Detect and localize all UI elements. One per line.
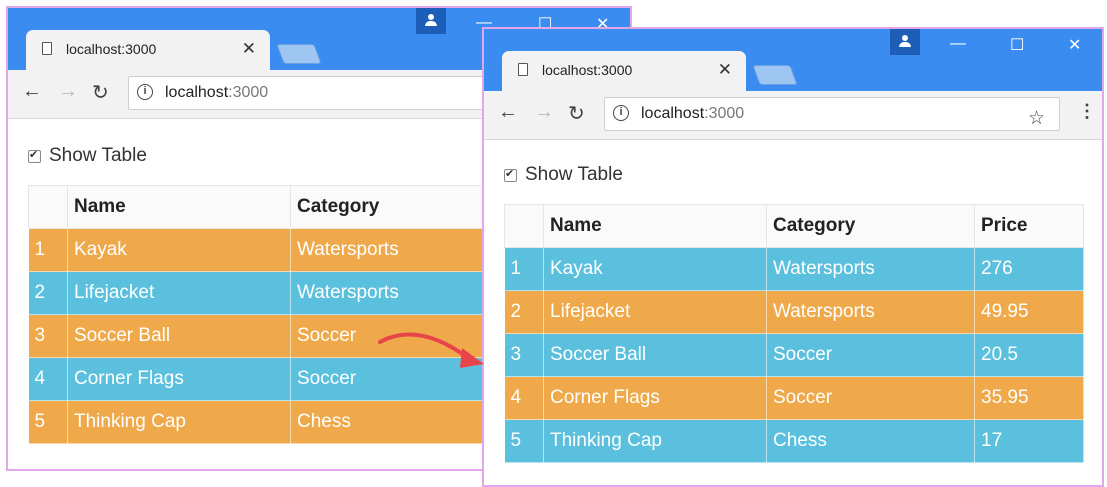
toolbar: ← → ↻ i localhost:3000 ☆ ⋮ [484, 91, 1102, 140]
new-tab-icon[interactable] [752, 65, 798, 85]
tab-title: localhost:3000 [542, 62, 633, 78]
table-cell-name: Thinking Cap [543, 419, 767, 463]
table-row: 1 Kayak Watersports 276 [504, 247, 1084, 291]
close-icon[interactable]: ✕ [718, 60, 732, 80]
table-cell-num: 1 [504, 247, 544, 291]
close-icon[interactable]: ✕ [242, 39, 256, 59]
user-icon[interactable] [416, 8, 446, 34]
info-icon[interactable]: i [613, 105, 629, 121]
table-cell-price: 20.5 [974, 333, 1084, 377]
maximize-icon[interactable]: ☐ [1010, 35, 1024, 55]
table-row: 5 Thinking Cap Chess 17 [504, 419, 1084, 463]
table-cell-name: Soccer Ball [67, 314, 291, 358]
table-cell-num: 5 [28, 400, 68, 444]
menu-kebab-icon[interactable]: ⋮ [1078, 101, 1096, 122]
table-cell-price: 49.95 [974, 290, 1084, 334]
table-header-row: Name Category Price [504, 204, 1084, 248]
table-cell-name: Corner Flags [543, 376, 767, 420]
browser-tab[interactable]: localhost:3000 ✕ [26, 30, 270, 70]
page-icon [42, 42, 52, 55]
table-cell-category: Watersports [766, 290, 975, 334]
product-table: Name Category 1 Kayak Watersports 2 Lifejack… [28, 185, 528, 444]
column-header-name: Name [543, 204, 767, 248]
url-host: localhost [641, 105, 705, 122]
table-cell-num: 4 [28, 357, 68, 401]
table-cell-price: 276 [974, 247, 1084, 291]
title-bar: localhost:3000 ✕ — ☐ ✕ [484, 29, 1102, 91]
table-row: 5 Thinking Cap Chess [28, 400, 528, 444]
back-arrow-icon[interactable]: ← [498, 101, 518, 124]
reload-icon[interactable]: ↻ [568, 101, 585, 126]
column-header-index [28, 185, 68, 229]
table-row: 3 Soccer Ball Soccer 20.5 [504, 333, 1084, 377]
table-cell-category: Watersports [766, 247, 975, 291]
back-arrow-icon[interactable]: ← [22, 80, 42, 103]
show-table-label: Show Table [49, 145, 147, 166]
table-header-row: Name Category [28, 185, 528, 229]
table-cell-price: 17 [974, 419, 1084, 463]
checkbox-icon[interactable] [504, 167, 517, 182]
table-row: 1 Kayak Watersports [28, 228, 528, 272]
table-row: 4 Corner Flags Soccer 35.95 [504, 376, 1084, 420]
table-cell-num: 3 [28, 314, 68, 358]
url-port: :3000 [704, 105, 745, 122]
column-header-price: Price [974, 204, 1084, 248]
table-cell-num: 5 [504, 419, 544, 463]
page-content: Show Table Name Category Price 1KayakWat… [484, 140, 1102, 485]
table-cell-name: Kayak [543, 247, 767, 291]
table-cell-price: 35.95 [974, 376, 1084, 420]
table-cell-num: 2 [504, 290, 544, 334]
bookmark-star-icon[interactable]: ☆ [1028, 107, 1045, 130]
table-cell-category: Soccer [766, 376, 975, 420]
user-icon[interactable] [890, 29, 920, 55]
column-header-name: Name [67, 185, 291, 229]
checkbox-icon[interactable] [28, 148, 41, 163]
forward-arrow-icon[interactable]: → [58, 80, 78, 103]
browser-tab[interactable]: localhost:3000 ✕ [502, 51, 746, 91]
show-table-toggle[interactable]: Show Table [28, 145, 147, 167]
window-close-icon[interactable]: ✕ [1068, 35, 1081, 55]
browser-window-front: localhost:3000 ✕ — ☐ ✕ ← → ↻ i localhost… [482, 27, 1104, 487]
table-cell-name: Lifejacket [67, 271, 291, 315]
table-cell-name: Lifejacket [543, 290, 767, 334]
url-port: :3000 [228, 84, 269, 101]
info-icon[interactable]: i [137, 84, 153, 100]
column-header-index [504, 204, 544, 248]
table-cell-num: 1 [28, 228, 68, 272]
table-cell-name: Kayak [67, 228, 291, 272]
forward-arrow-icon[interactable]: → [534, 101, 554, 124]
product-table: Name Category Price 1 Kayak Watersports 276… [504, 204, 1084, 463]
reload-icon[interactable]: ↻ [92, 80, 109, 105]
table-cell-name: Thinking Cap [67, 400, 291, 444]
tab-title: localhost:3000 [66, 41, 157, 57]
column-header-category: Category [766, 204, 975, 248]
table-row: 2 Lifejacket Watersports [28, 271, 528, 315]
table-cell-category: Chess [766, 419, 975, 463]
show-table-label: Show Table [525, 164, 623, 185]
table-cell-num: 4 [504, 376, 544, 420]
table-row: 2 Lifejacket Watersports 49.95 [504, 290, 1084, 334]
table-cell-name: Soccer Ball [543, 333, 767, 377]
table-cell-category: Soccer [766, 333, 975, 377]
new-tab-icon[interactable] [276, 44, 322, 64]
table-cell-num: 2 [28, 271, 68, 315]
red-arrow-icon [378, 332, 484, 368]
address-bar[interactable]: i localhost:3000 ☆ [604, 97, 1060, 131]
page-icon [518, 63, 528, 76]
url-host: localhost [165, 84, 229, 101]
minimize-icon[interactable]: — [950, 35, 966, 53]
show-table-toggle[interactable]: Show Table [504, 164, 623, 186]
table-cell-num: 3 [504, 333, 544, 377]
table-cell-name: Corner Flags [67, 357, 291, 401]
